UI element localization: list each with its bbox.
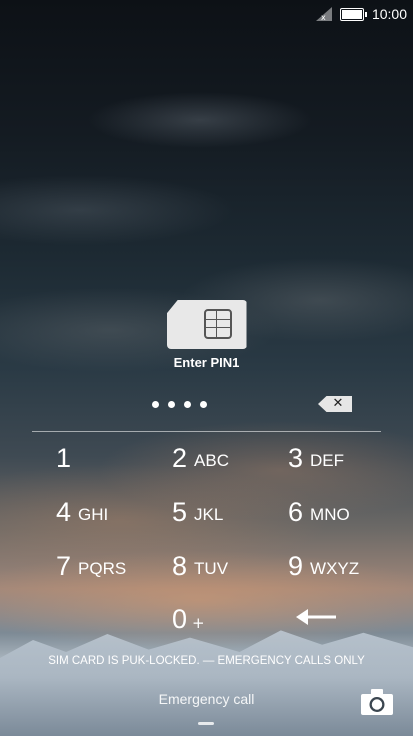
sim-status-text: SIM CARD IS PUK-LOCKED. — EMERGENCY CALL… xyxy=(48,655,365,667)
key-letters: MNO xyxy=(310,504,350,524)
enter-arrow-icon[interactable] xyxy=(296,606,338,628)
key-letters: + xyxy=(192,614,205,632)
key-2[interactable]: 2 ABC xyxy=(172,436,292,480)
key-digit: 9 xyxy=(288,550,304,581)
key-3[interactable]: 3 DEF xyxy=(288,436,408,480)
key-digit: 1 xyxy=(56,442,72,473)
pin-dot xyxy=(152,401,159,408)
nav-handle[interactable] xyxy=(198,722,214,725)
key-digit: 0 xyxy=(172,603,188,634)
key-4[interactable]: 4 GHI xyxy=(56,490,176,534)
status-bar: x 10:00 xyxy=(0,0,413,28)
key-9[interactable]: 9 WXYZ xyxy=(288,544,408,588)
signal-no-sim-icon: x xyxy=(315,7,332,21)
key-digit: 3 xyxy=(288,442,304,473)
status-time: 10:00 xyxy=(371,6,407,22)
divider xyxy=(32,431,381,432)
key-letters: GHI xyxy=(78,504,109,524)
key-digit: 5 xyxy=(172,496,188,527)
key-6[interactable]: 6 MNO xyxy=(288,490,408,534)
key-letters: DEF xyxy=(310,450,345,470)
key-digit: 7 xyxy=(56,550,72,581)
key-digit: 2 xyxy=(172,442,188,473)
battery-icon xyxy=(339,7,367,21)
key-letters: TUV xyxy=(194,558,229,578)
key-digit: 6 xyxy=(288,496,304,527)
key-digit: 4 xyxy=(56,496,72,527)
pin-dot xyxy=(200,401,207,408)
sim-card-icon xyxy=(166,300,247,349)
pin-dots xyxy=(152,401,207,408)
key-letters: PQRS xyxy=(78,558,127,578)
key-8[interactable]: 8 TUV xyxy=(172,544,292,588)
sim-header: Enter PIN1 xyxy=(0,300,413,370)
pin-entry-row: ✕ xyxy=(0,396,413,416)
key-letters: JKL xyxy=(194,504,224,524)
key-0[interactable]: 0 + xyxy=(172,597,292,641)
key-5[interactable]: 5 JKL xyxy=(172,490,292,534)
key-letters: ABC xyxy=(194,450,229,470)
emergency-call-button[interactable]: Emergency call xyxy=(0,691,413,707)
key-digit: 8 xyxy=(172,550,188,581)
backspace-icon[interactable]: ✕ xyxy=(318,396,352,412)
key-letters: WXYZ xyxy=(310,558,360,578)
pin-prompt: Enter PIN1 xyxy=(173,355,240,370)
pin-dot xyxy=(168,401,175,408)
pin-dot xyxy=(184,401,191,408)
sim-chip xyxy=(203,309,232,339)
key-7[interactable]: 7 PQRS xyxy=(56,544,176,588)
camera-icon[interactable] xyxy=(360,688,394,716)
key-1[interactable]: 1 xyxy=(56,436,176,480)
svg-text:x: x xyxy=(321,13,326,21)
